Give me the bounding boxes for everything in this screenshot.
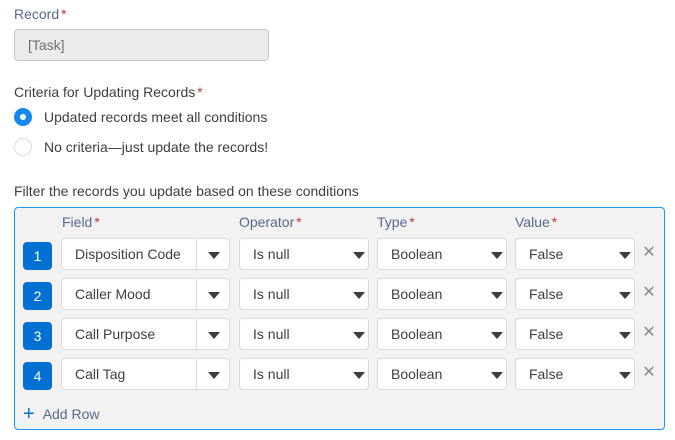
criteria-option-no-criteria[interactable]: No criteria—just update the records! [14,136,268,158]
type-select[interactable]: Boolean [377,278,507,310]
radio-checked[interactable] [14,108,32,126]
chevron-down-icon[interactable] [491,372,503,379]
close-icon[interactable]: ✕ [642,245,656,261]
chevron-down-icon[interactable] [353,332,365,339]
chevron-down-icon[interactable] [491,292,503,299]
field-select[interactable]: Call Purpose [61,318,230,350]
criteria-label: Criteria for Updating Records * [14,84,203,100]
column-header-type: Type * [377,214,415,230]
chevron-down-icon[interactable] [491,252,503,259]
chevron-down-icon[interactable] [208,292,220,299]
chevron-down-icon[interactable] [619,372,631,379]
field-select[interactable]: Call Tag [61,358,230,390]
row-number-badge: 4 [23,362,52,390]
chevron-down-icon[interactable] [619,332,631,339]
column-header-operator: Operator * [239,214,302,230]
type-select[interactable]: Boolean [377,358,507,390]
condition-row: 2 Caller Mood Is null Boolean False ✕ [0,278,675,310]
chevron-down-icon[interactable] [208,372,220,379]
row-number-badge: 2 [23,282,52,310]
required-mark: * [296,214,302,230]
type-select-value: Boolean [391,286,443,302]
value-select-value: False [529,366,564,382]
required-mark: * [551,214,558,230]
operator-select-value: Is null [253,326,290,342]
column-header-text: Operator [239,214,295,230]
type-select-value: Boolean [391,326,443,342]
condition-row: 3 Call Purpose Is null Boolean False ✕ [0,318,675,350]
column-header-field: Field * [62,214,100,230]
type-select[interactable]: Boolean [377,238,507,270]
field-select-value: Call Tag [75,366,126,382]
record-label-text: Record [14,6,60,22]
chevron-down-icon[interactable] [619,292,631,299]
operator-select-value: Is null [253,366,290,382]
close-icon[interactable]: ✕ [642,365,656,381]
chevron-down-icon[interactable] [353,292,365,299]
chevron-down-icon[interactable] [208,332,220,339]
operator-select[interactable]: Is null [239,278,369,310]
select-divider [196,279,197,309]
criteria-option-all-conditions[interactable]: Updated records meet all conditions [14,106,267,128]
value-select[interactable]: False [515,238,635,270]
chevron-down-icon[interactable] [619,252,631,259]
condition-row: 1 Disposition Code Is null Boolean False… [0,238,675,270]
chevron-down-icon[interactable] [353,372,365,379]
value-select[interactable]: False [515,358,635,390]
operator-select[interactable]: Is null [239,358,369,390]
required-mark: * [409,214,415,230]
column-header-text: Value [515,214,550,230]
record-label: Record * [14,6,67,22]
close-icon[interactable]: ✕ [642,325,656,341]
radio-label: Updated records meet all conditions [44,109,268,125]
field-select-value: Call Purpose [75,326,156,342]
required-mark: * [94,214,100,230]
value-select-value: False [529,326,564,342]
radio-label: No criteria—just update the records! [44,139,269,155]
row-number-badge: 3 [23,322,52,350]
operator-select[interactable]: Is null [239,318,369,350]
column-header-text: Type [377,214,408,230]
column-header-text: Field [62,214,93,230]
row-number-badge: 1 [23,242,52,270]
operator-select-value: Is null [253,246,290,262]
chevron-down-icon[interactable] [491,332,503,339]
field-select-value: Caller Mood [75,286,151,302]
type-select-value: Boolean [391,246,443,262]
select-divider [196,319,197,349]
record-input: [Task] [14,29,269,61]
condition-row: 4 Call Tag Is null Boolean False ✕ [0,358,675,390]
radio-unchecked[interactable] [14,138,32,156]
value-select[interactable]: False [515,318,635,350]
value-select-value: False [529,286,564,302]
value-select[interactable]: False [515,278,635,310]
field-select[interactable]: Disposition Code [61,238,230,270]
add-row-label: Add Row [42,406,100,422]
operator-select-value: Is null [253,286,290,302]
plus-icon: + [23,403,35,425]
chevron-down-icon[interactable] [353,252,365,259]
operator-select[interactable]: Is null [239,238,369,270]
select-divider [196,359,197,389]
type-select[interactable]: Boolean [377,318,507,350]
criteria-label-text: Criteria for Updating Records [14,84,196,100]
column-header-value: Value * [515,214,557,230]
chevron-down-icon[interactable] [208,252,220,259]
close-icon[interactable]: ✕ [642,285,656,301]
type-select-value: Boolean [391,366,443,382]
filter-label: Filter the records you update based on t… [14,183,359,199]
select-divider [196,239,197,269]
add-row-button[interactable]: + Add Row [23,404,100,424]
required-mark: * [61,6,67,22]
field-select[interactable]: Caller Mood [61,278,230,310]
required-mark: * [197,84,203,100]
value-select-value: False [529,246,564,262]
field-select-value: Disposition Code [75,246,181,262]
